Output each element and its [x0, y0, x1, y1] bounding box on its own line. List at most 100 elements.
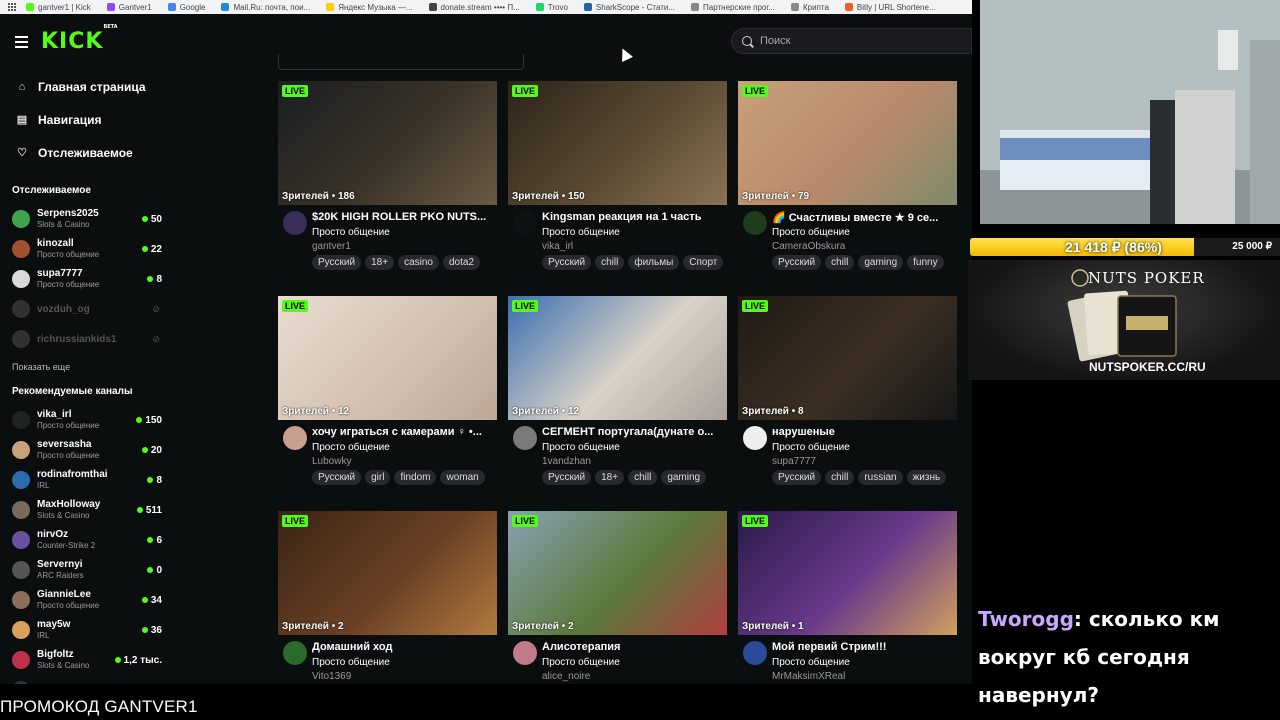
stream-category[interactable]: Просто общение [542, 657, 620, 668]
stream-thumbnail[interactable]: LIVE Зрителей • 12 [508, 296, 727, 420]
bookmark-item[interactable]: Яндекс Музыка —... [318, 3, 420, 12]
channel-avatar[interactable] [743, 426, 767, 450]
bookmark-item[interactable]: Партнерские прог... [683, 3, 783, 12]
stream-title[interactable]: Мой первий Стрим!!! [772, 641, 957, 653]
stream-tag[interactable]: funny [907, 255, 944, 270]
stream-username[interactable]: supa7777 [772, 456, 816, 467]
nav-item-home[interactable]: ⌂ Главная страница [0, 70, 168, 103]
stream-card[interactable]: LIVE Зрителей • 2 Домашний ход Просто общен… [278, 511, 497, 684]
stream-category[interactable]: Просто общение [542, 442, 620, 453]
menu-icon[interactable] [15, 36, 28, 48]
stream-tag[interactable]: gaming [858, 255, 904, 270]
sidebar-channel[interactable]: vozduh_og ⊘ [0, 294, 168, 324]
stream-thumbnail[interactable]: LIVE Зрителей • 150 [508, 81, 727, 205]
channel-avatar[interactable] [283, 641, 307, 665]
stream-thumbnail[interactable]: LIVE Зрителей • 12 [278, 296, 497, 420]
stream-tag[interactable]: gaming [661, 470, 707, 485]
stream-title[interactable]: Kingsman реакция на 1 часть [542, 211, 727, 223]
channel-avatar[interactable] [513, 211, 537, 235]
stream-username[interactable]: alice_noire [542, 671, 590, 682]
search-input[interactable] [760, 35, 940, 47]
stream-tag[interactable]: dota2 [442, 255, 481, 270]
stream-tag[interactable]: chill [595, 255, 625, 270]
bookmark-item[interactable]: donate.stream •••• П... [421, 3, 528, 12]
stream-thumbnail[interactable]: LIVE Зрителей • 2 [508, 511, 727, 635]
stream-thumbnail[interactable]: LIVE Зрителей • 1 [738, 511, 957, 635]
stream-tag[interactable]: жизнь [906, 470, 947, 485]
stream-tag[interactable]: Русский [772, 255, 822, 270]
channel-avatar[interactable] [513, 641, 537, 665]
stream-card[interactable]: LIVE Зрителей • 79 🌈 Счастливы вместе ★ 9 … [738, 81, 957, 277]
stream-tag[interactable]: woman [440, 470, 485, 485]
stream-card[interactable]: LIVE Зрителей • 12 хочу играться с камерам… [278, 296, 497, 492]
stream-category[interactable]: Просто общение [542, 227, 620, 238]
sidebar-channel[interactable]: MaxHolloway Slots & Casino 511 [0, 495, 168, 525]
stream-title[interactable]: 🌈 Счастливы вместе ★ 9 се... [772, 211, 957, 224]
stream-tag[interactable]: Русский [312, 470, 362, 485]
stream-tag[interactable]: 18+ [595, 470, 625, 485]
stream-category[interactable]: Просто общение [772, 442, 850, 453]
sidebar-channel[interactable]: vika_irl Просто общение 150 [0, 405, 168, 435]
stream-card[interactable]: LIVE Зрителей • 1 Мой первий Стрим!!! Прост… [738, 511, 957, 684]
bookmark-item[interactable]: SharkScope - Стати... [576, 3, 683, 12]
stream-thumbnail[interactable]: LIVE Зрителей • 2 [278, 511, 497, 635]
sidebar-channel[interactable]: GiannieLee Просто общение 34 [0, 585, 168, 615]
sidebar-channel[interactable]: Bigfoltz Slots & Casino 1,2 тыс. [0, 645, 168, 675]
stream-tag[interactable]: Русский [772, 470, 822, 485]
stream-username[interactable]: CameraObskura [772, 241, 845, 252]
stream-title[interactable]: СЕГМЕНТ португала(дунате о... [542, 426, 727, 438]
stream-card[interactable]: LIVE Зрителей • 2 Алисотерапия Просто общен… [508, 511, 727, 684]
sidebar-channel[interactable]: Murda153 [0, 675, 168, 684]
sidebar-channel[interactable]: nirvOz Counter-Strike 2 6 [0, 525, 168, 555]
search-box[interactable] [731, 28, 972, 54]
show-more-link[interactable]: Показать еще [0, 354, 168, 380]
channel-avatar[interactable] [283, 426, 307, 450]
stream-username[interactable]: Vito1369 [312, 671, 351, 682]
stream-tag[interactable]: Русский [542, 255, 592, 270]
stream-thumbnail[interactable]: LIVE Зрителей • 186 [278, 81, 497, 205]
sidebar-channel[interactable]: richrussiankids1 ⊘ [0, 324, 168, 354]
stream-category[interactable]: Просто общение [312, 442, 390, 453]
stream-title[interactable]: Домашний ход [312, 641, 497, 653]
sidebar-channel[interactable]: supa7777 Просто общение 8 [0, 264, 168, 294]
kick-logo[interactable]: KICKBETA [41, 24, 118, 54]
stream-username[interactable]: 1vandzhan [542, 456, 591, 467]
stream-category[interactable]: Просто общение [312, 227, 390, 238]
stream-category[interactable]: Просто общение [312, 657, 390, 668]
bookmark-item[interactable]: Trovo [528, 3, 576, 12]
stream-title[interactable]: $20K HIGH ROLLER PKO NUTS... [312, 211, 497, 223]
stream-tag[interactable]: 18+ [365, 255, 395, 270]
sidebar-channel[interactable]: Serpens2025 Slots & Casino 50 [0, 204, 168, 234]
stream-tag[interactable]: chill [825, 255, 855, 270]
stream-tag[interactable]: Русский [542, 470, 592, 485]
stream-tag[interactable]: фильмы [628, 255, 680, 270]
stream-tag[interactable]: chill [628, 470, 658, 485]
stream-title[interactable]: Алисотерапия [542, 641, 727, 653]
stream-username[interactable]: MrMaksimXReal [772, 671, 845, 682]
sidebar-channel[interactable]: seversasha Просто общение 20 [0, 435, 168, 465]
stream-username[interactable]: Lubowky [312, 456, 351, 467]
stream-tag[interactable]: Русский [312, 255, 362, 270]
stream-title[interactable]: нарушеные [772, 426, 957, 438]
sidebar-channel[interactable]: Servernyi ARC Raiders 0 [0, 555, 168, 585]
filter-dropdown[interactable] [278, 54, 524, 70]
bookmark-item[interactable]: Google [160, 3, 214, 12]
channel-avatar[interactable] [743, 641, 767, 665]
apps-icon[interactable] [8, 3, 18, 11]
bookmark-item[interactable]: Mail.Ru: почта, пои... [213, 3, 318, 12]
stream-thumbnail[interactable]: LIVE Зрителей • 79 [738, 81, 957, 205]
stream-username[interactable]: vika_irl [542, 241, 573, 252]
sidebar-channel[interactable]: rodinafromthai IRL 8 [0, 465, 168, 495]
bookmark-item[interactable]: gantver1 | Kick [18, 3, 99, 12]
stream-card[interactable]: LIVE Зрителей • 8 нарушеные Просто общение s… [738, 296, 957, 492]
stream-tag[interactable]: findom [394, 470, 437, 485]
sidebar-channel[interactable]: may5w IRL 36 [0, 615, 168, 645]
stream-tag[interactable]: girl [365, 470, 391, 485]
stream-tag[interactable]: Спорт [683, 255, 724, 270]
stream-title[interactable]: хочу играться с камерами ♀ •... [312, 426, 497, 438]
bookmark-item[interactable]: Bitly | URL Shortene... [837, 3, 944, 12]
channel-avatar[interactable] [513, 426, 537, 450]
stream-username[interactable]: gantver1 [312, 241, 351, 252]
nav-item-browse[interactable]: ▤ Навигация [0, 103, 168, 136]
channel-avatar[interactable] [283, 211, 307, 235]
